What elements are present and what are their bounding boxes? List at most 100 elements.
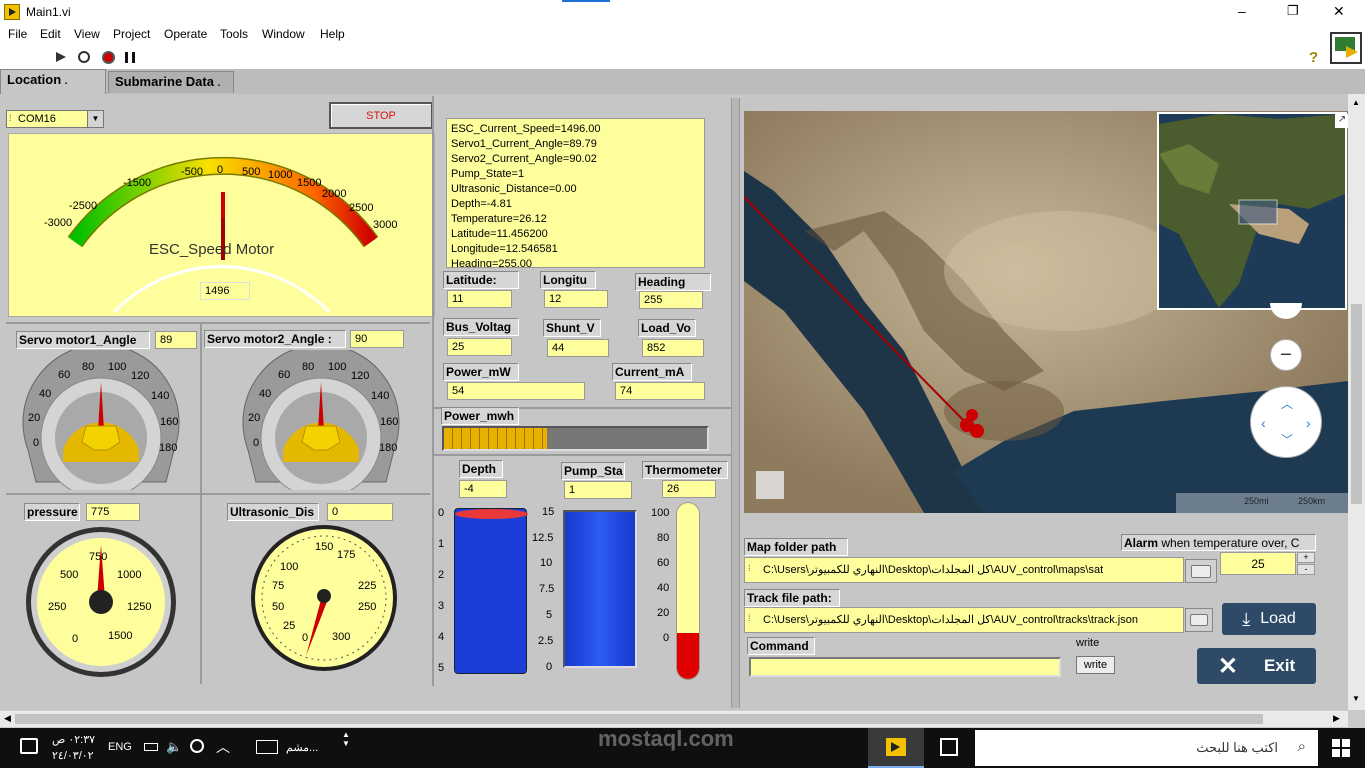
load-button[interactable]: ⤓ Load	[1222, 603, 1316, 635]
taskbar-scroll[interactable]: ▲ ▼	[340, 730, 352, 766]
track-file-path[interactable]: ⁞ C:\Users\النهاري للكمبيوتر\Desktop\كل …	[744, 607, 1184, 633]
ultrasonic-tick: 225	[358, 580, 377, 592]
command-input[interactable]	[749, 657, 1061, 677]
stop-button[interactable]: STOP	[329, 102, 433, 129]
watermark: mostaql.com	[598, 726, 734, 751]
menu-tools[interactable]: Tools	[220, 27, 248, 41]
task-view-icon[interactable]	[940, 738, 958, 756]
status-line: Servo2_Current_Angle=90.02	[451, 153, 597, 165]
ultrasonic-tick: 75	[272, 580, 285, 592]
track-browse-button[interactable]	[1185, 608, 1213, 632]
pressure-tick: 1500	[108, 630, 133, 642]
overview-map[interactable]: ↗	[1157, 112, 1348, 310]
servo1-tick: 120	[131, 370, 150, 382]
chevron-down-icon[interactable]: ▼	[87, 111, 103, 127]
help-icon[interactable]: ?	[1309, 49, 1318, 66]
longitude-value: 12	[544, 290, 608, 308]
load-label: Load	[1260, 610, 1296, 627]
minimize-button[interactable]: ‒	[1238, 3, 1246, 19]
show-hidden-icons-icon[interactable]: ︿	[216, 737, 230, 757]
labview-icon	[4, 4, 20, 20]
menu-file[interactable]: File	[8, 27, 27, 41]
taskbar-language[interactable]: ENG	[108, 741, 132, 753]
ultrasonic-label: Ultrasonic_Dis	[227, 503, 319, 521]
pan-down-icon[interactable]: ﹀	[1281, 431, 1293, 448]
run-continuously-icon[interactable]	[78, 51, 90, 63]
menu-operate[interactable]: Operate	[164, 27, 207, 41]
alarm-value[interactable]: 25	[1220, 552, 1296, 575]
maximize-button[interactable]: ❐	[1287, 3, 1299, 19]
expand-icon[interactable]: ↗	[1335, 114, 1348, 128]
servo1-tick: 80	[82, 361, 95, 373]
keyboard-icon[interactable]	[256, 740, 278, 754]
taskbar-time[interactable]: ٠٢:٣٧ ص	[52, 733, 95, 746]
load-v-value: 852	[642, 339, 704, 357]
menu-edit[interactable]: Edit	[40, 27, 61, 41]
track-file-label: Track file path:	[744, 589, 840, 607]
zoom-out-button[interactable]: −	[1270, 339, 1302, 371]
write-button[interactable]: write	[1076, 656, 1115, 674]
alarm-decrement-button[interactable]: -	[1297, 564, 1315, 575]
menu-view[interactable]: View	[74, 27, 100, 41]
ultrasonic-tick: 175	[337, 549, 356, 561]
volume-icon[interactable]: 🔈	[166, 739, 182, 755]
pan-left-icon[interactable]: ‹	[1261, 415, 1266, 431]
power-mwh-fill	[444, 428, 547, 449]
power-mwh-label: Power_mwh	[441, 407, 519, 425]
splitter[interactable]	[731, 98, 740, 708]
thermometer-label: Thermometer	[642, 461, 728, 479]
start-windows-icon[interactable]	[1332, 739, 1350, 757]
thermometer-tube	[676, 502, 700, 680]
separator	[434, 454, 732, 456]
pan-control[interactable]: ︿ ﹀ ‹ ›	[1250, 386, 1322, 458]
taskbar-app-label[interactable]: مشم...	[286, 741, 318, 754]
servo2-tick: 120	[351, 370, 370, 382]
close-button[interactable]: ✕	[1333, 3, 1345, 20]
esc-tick: -1500	[123, 177, 152, 189]
menu-help[interactable]: Help	[320, 27, 345, 41]
servo1-tick: 60	[58, 369, 71, 381]
current-ma-label: Current_mA	[612, 363, 692, 381]
vertical-scrollbar[interactable]: ▲ ▼	[1348, 94, 1365, 710]
esc-tick: 0	[217, 164, 224, 176]
abort-icon[interactable]	[102, 51, 115, 64]
pan-right-icon[interactable]: ›	[1306, 415, 1311, 431]
exit-button[interactable]: ✕ Exit	[1197, 648, 1316, 684]
ultrasonic-gauge: 0 25 50 75 100 150 175 225 250 300	[250, 524, 398, 672]
menu-project[interactable]: Project	[113, 27, 150, 41]
menu-window[interactable]: Window	[262, 27, 305, 41]
horizontal-scrollbar[interactable]: ◀ ▶	[0, 710, 1348, 727]
status-line: ESC_Current_Speed=1496.00	[451, 123, 601, 135]
taskbar-date[interactable]: ٢٤/٠٣/٠٢	[52, 749, 94, 762]
pressure-tick: 250	[48, 601, 67, 613]
run-arrow-icon[interactable]	[56, 52, 66, 62]
ultrasonic-tick: 25	[283, 620, 296, 632]
status-line: Servo1_Current_Angle=89.79	[451, 138, 597, 150]
taskbar-search-box[interactable]: اكتب هنا للبحث ⌕	[975, 730, 1318, 766]
tab-submarine-data[interactable]: Submarine Data .	[108, 71, 234, 93]
labview-taskbar-button[interactable]	[868, 728, 924, 768]
pan-up-icon[interactable]: ︿	[1281, 395, 1293, 412]
folder-icon	[1190, 614, 1208, 626]
status-line: Ultrasonic_Distance=0.00	[451, 183, 577, 195]
pressure-value: 775	[86, 503, 140, 521]
depth-tick: 2	[438, 569, 445, 581]
pump-tick: 10	[540, 557, 553, 569]
map-folder-browse-button[interactable]	[1185, 559, 1217, 583]
network-icon[interactable]	[190, 739, 204, 753]
esc-gauge-title: ESC_Speed Motor	[149, 241, 275, 258]
path-icon: ⁞	[748, 613, 751, 623]
ultrasonic-tick: 300	[332, 631, 351, 643]
download-icon: ⤓	[1242, 608, 1251, 629]
map-folder-path[interactable]: ⁞ C:\Users\النهاري للكمبيوتر\Desktop\كل …	[744, 557, 1184, 583]
servo1-tick: 140	[151, 390, 170, 402]
com-select[interactable]: ⁞ COM16 ▼	[6, 110, 104, 128]
notification-icon[interactable]	[20, 738, 38, 754]
alarm-increment-button[interactable]: +	[1297, 552, 1315, 563]
satellite-map[interactable]: ↗ − ︿ ﹀ ‹ › 250mi 250km	[744, 111, 1348, 513]
thermo-tick: 60	[657, 557, 670, 569]
esc-tick: 3000	[373, 219, 398, 231]
power-mwh-bar	[442, 426, 709, 451]
tab-location[interactable]: Location .	[0, 69, 106, 95]
pause-icon[interactable]	[125, 52, 135, 63]
